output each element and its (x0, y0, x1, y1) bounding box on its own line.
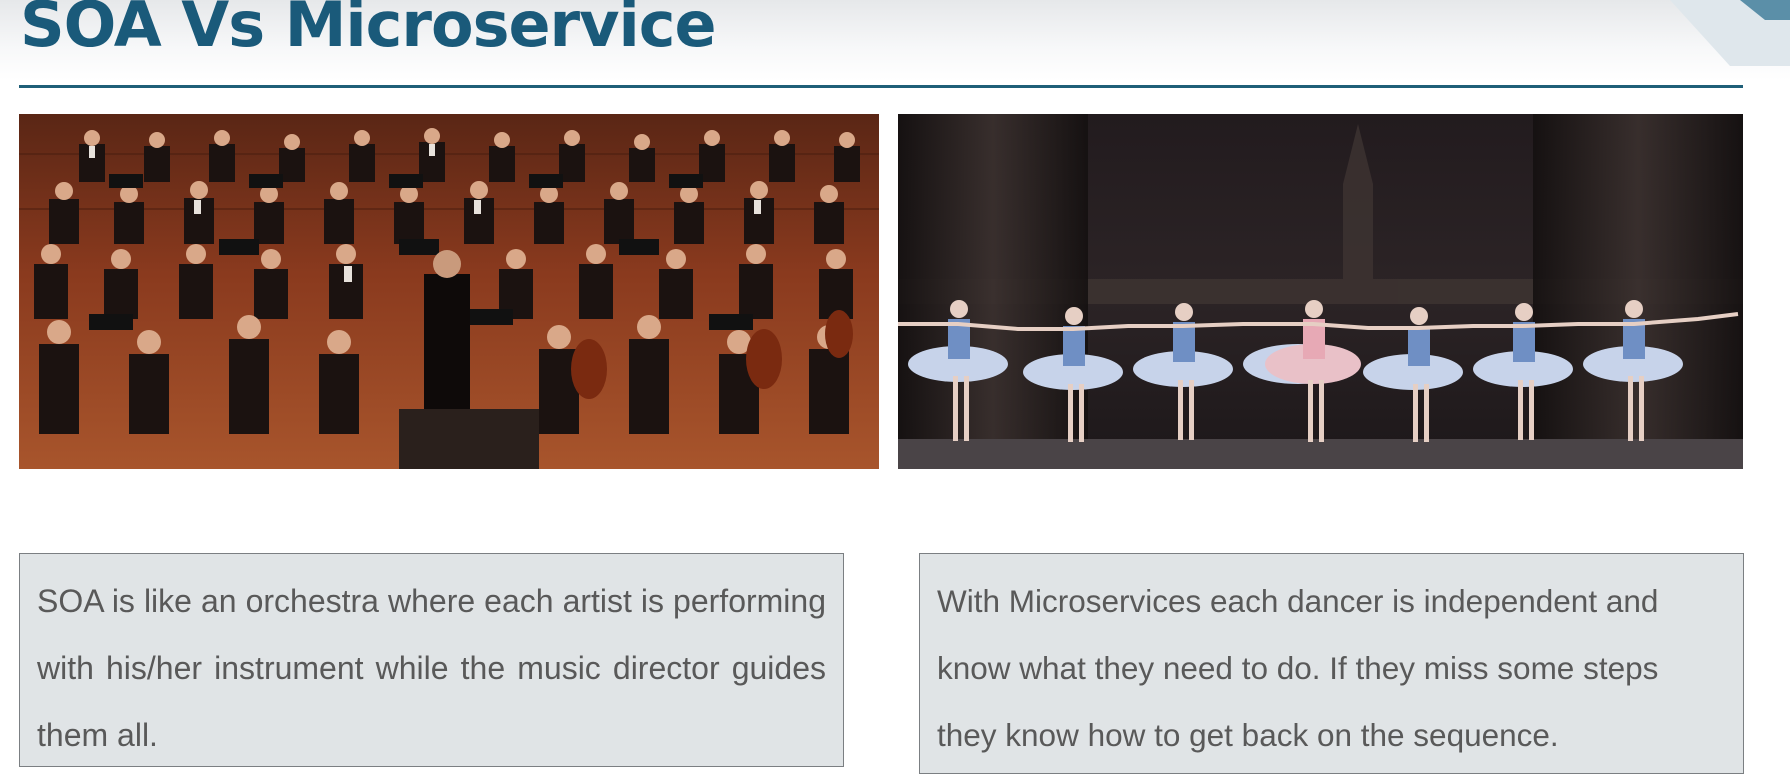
corner-decoration (1670, 0, 1790, 66)
microservice-caption: With Microservices each dancer is indepe… (919, 553, 1744, 774)
title-underline (19, 85, 1743, 88)
slide-title: SOA Vs Microservice (20, 0, 717, 61)
soa-caption: SOA is like an orchestra where each arti… (19, 553, 844, 767)
ballet-image (898, 114, 1743, 469)
orchestra-image (19, 114, 879, 469)
